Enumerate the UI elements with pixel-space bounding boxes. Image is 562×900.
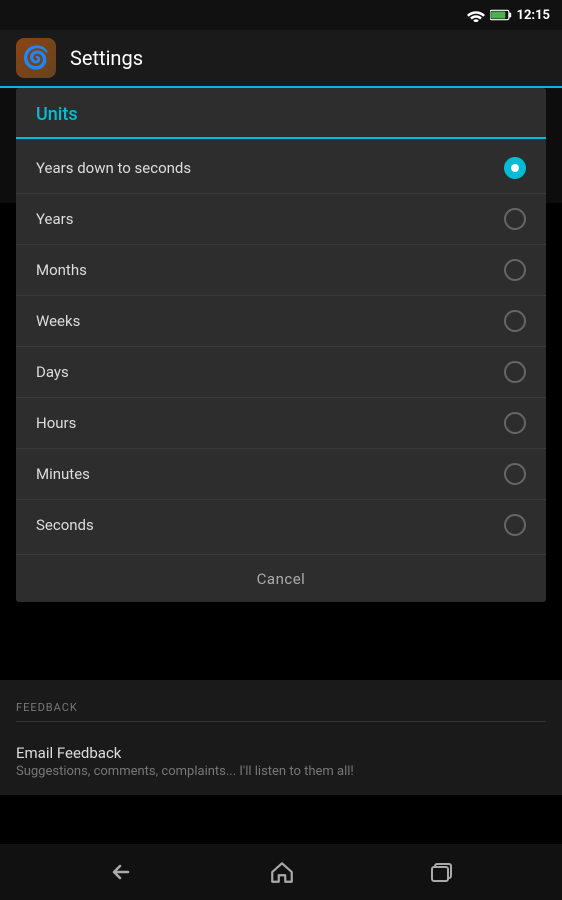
option-hours[interactable]: Hours (16, 398, 546, 449)
option-label-0: Years down to seconds (36, 159, 191, 177)
units-dialog: Units Years down to seconds Years Months… (16, 88, 546, 602)
dialog-options: Years down to seconds Years Months Weeks… (16, 139, 546, 554)
radio-btn-2 (504, 259, 526, 281)
option-minutes[interactable]: Minutes (16, 449, 546, 500)
home-button[interactable] (269, 859, 295, 885)
back-button[interactable] (108, 861, 134, 883)
radio-btn-6 (504, 463, 526, 485)
app-icon: 🌀 (16, 38, 56, 78)
radio-btn-1 (504, 208, 526, 230)
feedback-section-label: FEEDBACK (16, 701, 78, 714)
radio-btn-5 (504, 412, 526, 434)
option-days[interactable]: Days (16, 347, 546, 398)
feedback-divider (16, 721, 546, 722)
feedback-section: FEEDBACK Email Feedback Suggestions, com… (0, 680, 562, 795)
option-years[interactable]: Years (16, 194, 546, 245)
option-label-2: Months (36, 261, 87, 279)
option-label-4: Days (36, 363, 69, 381)
status-icons: 12:15 (467, 8, 551, 23)
dialog-overlay: Units Years down to seconds Years Months… (0, 88, 562, 602)
recents-button[interactable] (430, 861, 454, 883)
nav-bar (0, 844, 562, 900)
app-title: Settings (70, 46, 143, 70)
option-months[interactable]: Months (16, 245, 546, 296)
radio-btn-4 (504, 361, 526, 383)
app-bar: 🌀 Settings (0, 30, 562, 88)
dialog-header: Units (16, 88, 546, 139)
battery-icon (490, 9, 512, 21)
option-weeks[interactable]: Weeks (16, 296, 546, 347)
wifi-icon (467, 8, 485, 22)
option-label-7: Seconds (36, 516, 94, 534)
feedback-section-header: FEEDBACK (0, 680, 562, 728)
email-feedback-item[interactable]: Email Feedback Suggestions, comments, co… (0, 728, 562, 795)
radio-btn-0 (504, 157, 526, 179)
status-time: 12:15 (517, 8, 551, 23)
option-years-down-to-seconds[interactable]: Years down to seconds (16, 143, 546, 194)
email-feedback-title: Email Feedback (16, 744, 546, 762)
option-label-5: Hours (36, 414, 76, 432)
dialog-title: Units (36, 104, 78, 125)
status-bar: 12:15 (0, 0, 562, 30)
option-label-6: Minutes (36, 465, 90, 483)
option-label-1: Years (36, 210, 73, 228)
email-feedback-subtitle: Suggestions, comments, complaints... I'l… (16, 764, 546, 779)
radio-btn-7 (504, 514, 526, 536)
option-seconds[interactable]: Seconds (16, 500, 546, 550)
radio-btn-3 (504, 310, 526, 332)
option-label-3: Weeks (36, 312, 80, 330)
cancel-button[interactable]: Cancel (16, 554, 546, 602)
cancel-label: Cancel (257, 570, 306, 588)
